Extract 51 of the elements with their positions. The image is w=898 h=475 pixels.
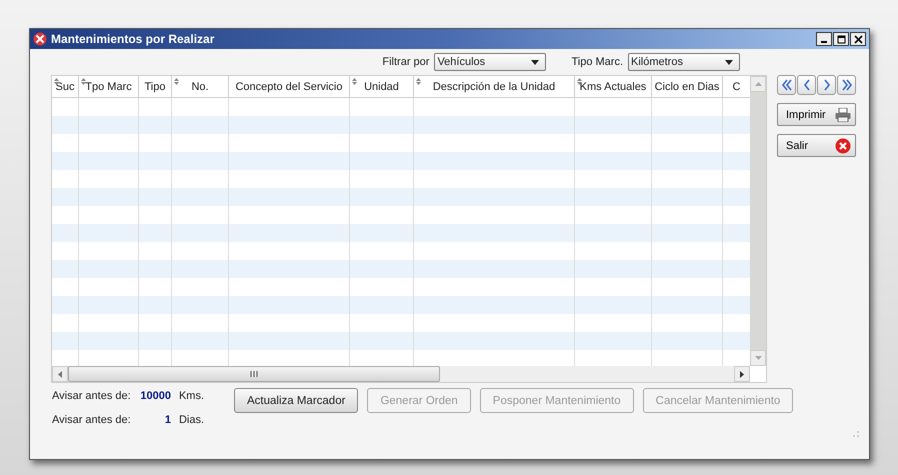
column-header[interactable]: Kms Actuales xyxy=(575,76,652,97)
exit-button[interactable]: Salir xyxy=(777,134,856,157)
unit-label: Dias. xyxy=(178,414,204,426)
maximize-icon xyxy=(836,34,846,44)
warning-value: 1 xyxy=(164,414,171,426)
vertical-scrollbar[interactable] xyxy=(750,76,766,366)
caret-icon xyxy=(725,60,733,64)
filter-label: Filtrar por xyxy=(382,56,430,68)
left-arrow-icon xyxy=(58,370,62,378)
print-button[interactable]: Imprimir xyxy=(777,103,856,126)
grip-icon xyxy=(250,371,258,377)
unit-label: Kms. xyxy=(178,390,204,402)
column-header[interactable]: Unidad xyxy=(350,76,414,97)
column-header[interactable]: Descripción de la Unidad xyxy=(414,76,575,97)
double-chevron-icon xyxy=(780,78,794,92)
close-button[interactable] xyxy=(850,32,866,46)
sort-icon xyxy=(174,78,179,85)
column-header[interactable]: Tpo Marc xyxy=(79,76,139,97)
warning-label: Avisar antes de: xyxy=(52,414,132,426)
sort-icon xyxy=(416,78,421,85)
down-arrow-icon xyxy=(754,356,762,360)
caret-icon xyxy=(531,60,540,64)
minimize-button[interactable] xyxy=(816,32,832,46)
close-icon xyxy=(854,34,862,44)
maximize-button[interactable] xyxy=(833,32,849,46)
sort-icon xyxy=(577,78,582,85)
warning-value: 10000 xyxy=(139,390,171,402)
right-arrow-icon xyxy=(740,370,744,378)
filter-label: Tipo Marc. xyxy=(571,56,623,68)
up-arrow-icon xyxy=(754,82,762,86)
close-circle-icon xyxy=(835,138,851,154)
next-button[interactable] xyxy=(817,75,836,95)
sort-icon xyxy=(352,78,357,85)
last-button[interactable] xyxy=(837,75,856,95)
column-header[interactable]: Suc xyxy=(52,76,79,97)
column-header[interactable]: Ciclo en Dias xyxy=(652,76,723,97)
horizontal-scrollbar[interactable] xyxy=(52,366,750,382)
prev-button[interactable] xyxy=(797,75,816,95)
filter-dropdown[interactable]: Kilómetros xyxy=(628,53,740,71)
column-header[interactable]: No. xyxy=(172,76,229,97)
resize-grip-icon[interactable] xyxy=(853,431,859,437)
double-chevron-icon xyxy=(840,78,854,92)
filter-dropdown[interactable]: Vehículos xyxy=(434,53,546,71)
action-button[interactable]: Actualiza Marcador xyxy=(234,388,358,413)
first-button[interactable] xyxy=(777,75,796,95)
sort-icon xyxy=(81,78,86,85)
warning-label: Avisar antes de: xyxy=(52,390,132,402)
minimize-icon xyxy=(821,40,827,42)
scroll-thumb[interactable] xyxy=(68,366,440,382)
printer-icon xyxy=(835,108,851,122)
window-title: Mantenimientos por Realizar xyxy=(51,32,216,46)
